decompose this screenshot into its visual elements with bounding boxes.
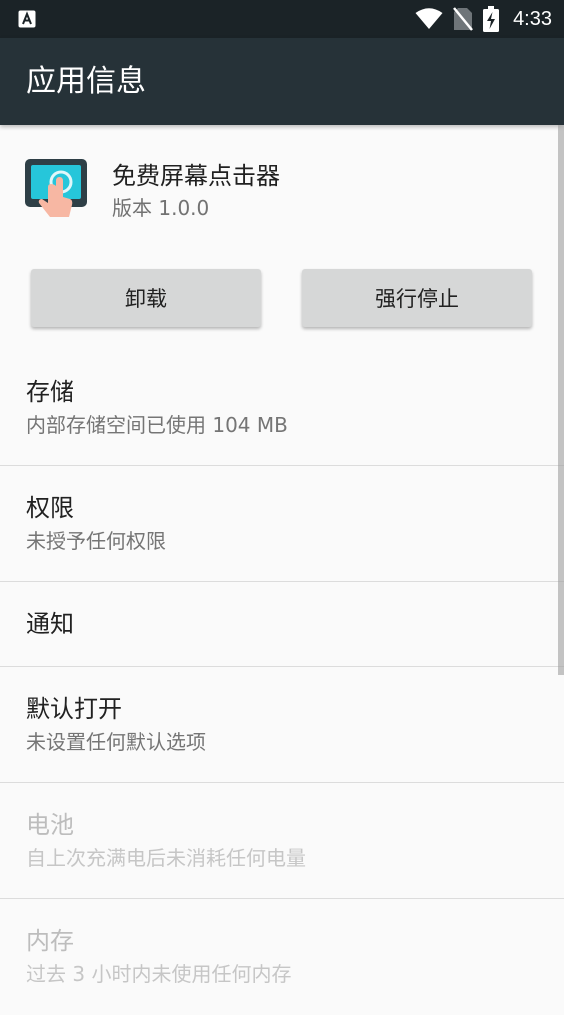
list-item-battery: 电池 自上次充满电后未消耗任何电量: [0, 783, 564, 899]
list-item-title: 内存: [26, 927, 74, 955]
app-header: 免费屏幕点击器 版本 1.0.0: [0, 125, 564, 255]
list-item-storage[interactable]: 存储 内部存储空间已使用 104 MB: [0, 350, 564, 466]
battery-charging-icon: [483, 6, 500, 32]
app-name: 免费屏幕点击器: [112, 162, 280, 190]
list-item-summary: 未设置任何默认选项: [26, 730, 206, 754]
list-item-notifications[interactable]: 通知: [0, 582, 564, 667]
settings-list: 存储 内部存储空间已使用 104 MB 权限 未授予任何权限 通知 默认打开 未…: [0, 350, 564, 1015]
wifi-icon: [415, 8, 443, 29]
list-item-summary: 自上次充满电后未消耗任何电量: [26, 846, 306, 870]
list-item-summary: 内部存储空间已使用 104 MB: [26, 413, 288, 437]
app-info-content[interactable]: 免费屏幕点击器 版本 1.0.0 卸载 强行停止 存储 内部存储空间已使用 10…: [0, 125, 564, 1002]
a-icon: [18, 10, 36, 28]
list-item-title: 默认打开: [26, 695, 122, 723]
app-touch-icon: [25, 159, 87, 217]
status-bar: 4:33: [0, 0, 564, 38]
app-bar: 应用信息: [0, 38, 564, 125]
page-title: 应用信息: [26, 64, 146, 99]
list-item-title: 通知: [26, 610, 74, 638]
list-item-summary: 未授予任何权限: [26, 529, 166, 553]
uninstall-button[interactable]: 卸载: [31, 269, 261, 327]
clock: 4:33: [513, 7, 552, 30]
list-item-open-by-default[interactable]: 默认打开 未设置任何默认选项: [0, 667, 564, 783]
list-item-title: 电池: [26, 811, 74, 839]
force-stop-button[interactable]: 强行停止: [302, 269, 532, 327]
scrollbar[interactable]: [558, 125, 564, 675]
list-item-summary: 过去 3 小时内未使用任何内存: [26, 962, 292, 986]
list-item-permissions[interactable]: 权限 未授予任何权限: [0, 466, 564, 582]
status-icons: 4:33: [415, 0, 552, 38]
list-item-title: 权限: [26, 494, 74, 522]
app-version: 版本 1.0.0: [112, 196, 210, 220]
list-item-memory: 内存 过去 3 小时内未使用任何内存: [0, 899, 564, 1015]
no-sim-icon: [453, 7, 474, 31]
list-item-title: 存储: [26, 378, 74, 406]
